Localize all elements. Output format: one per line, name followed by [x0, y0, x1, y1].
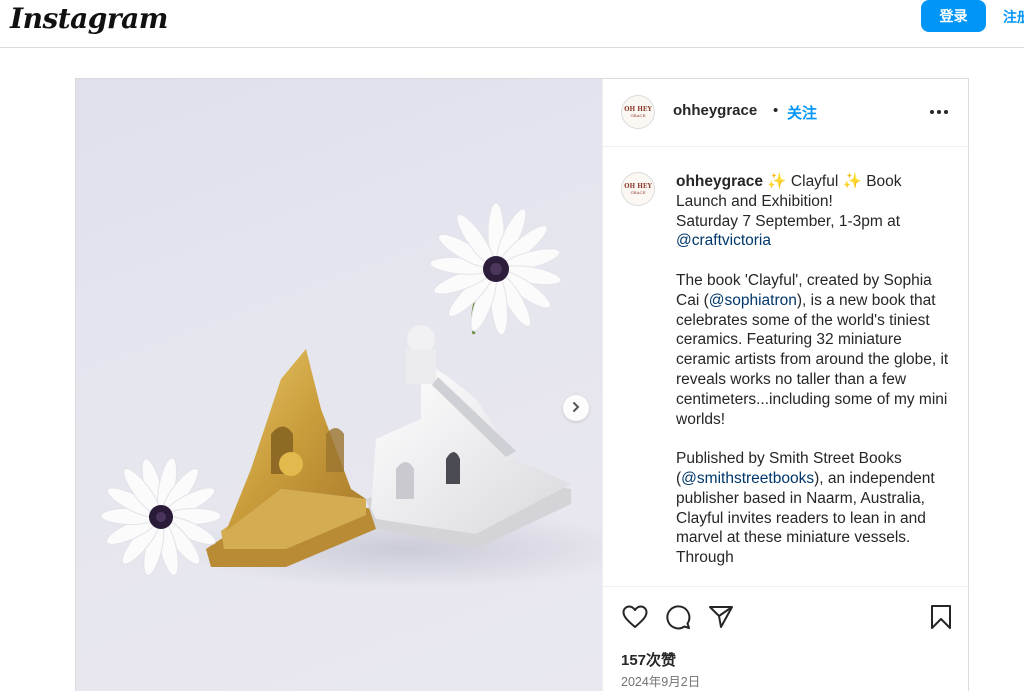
like-button[interactable] [621, 605, 649, 633]
instagram-logo[interactable]: Instagram [10, 2, 168, 35]
avatar-text: OH HEY [624, 106, 652, 113]
avatar-text: GRACE [630, 113, 646, 118]
mention-link[interactable]: @smithstreetbooks [681, 470, 814, 487]
top-bar: Instagram 登录 注册 [0, 0, 1024, 48]
avatar-text: OH HEY [624, 183, 652, 190]
likes-count[interactable]: 157次赞 [621, 649, 676, 670]
post-sidebar: OH HEY GRACE ohheygrace • 关注 OH HEY GRAC… [602, 79, 969, 691]
follow-button[interactable]: 关注 [787, 102, 817, 123]
chevron-right-icon [570, 401, 582, 416]
signup-link[interactable]: 注册 [1003, 7, 1024, 27]
caption-text: ), is a new book that celebrates some of… [676, 291, 949, 487]
caption-username[interactable]: ohheygrace [676, 173, 763, 190]
post-image[interactable] [76, 79, 602, 691]
post-caption: ohheygrace ✨ Clayful ✨ Book Launch and E… [676, 172, 956, 568]
carousel-next-button[interactable] [563, 395, 589, 421]
avatar[interactable]: OH HEY GRACE [621, 172, 655, 206]
bookmark-icon [930, 604, 952, 635]
separator-dot: • [773, 102, 779, 119]
comment-icon [665, 604, 691, 635]
more-options-button[interactable] [927, 101, 951, 121]
username-link[interactable]: ohheygrace [673, 102, 757, 119]
ceramics-photo [100, 202, 602, 589]
login-button[interactable]: 登录 [921, 0, 986, 32]
avatar[interactable]: OH HEY GRACE [621, 95, 655, 129]
mention-link[interactable]: @sophiatron [709, 292, 797, 309]
comment-button[interactable] [664, 604, 692, 635]
action-bar [603, 599, 969, 639]
post-date[interactable]: 2024年9月2日 [621, 671, 700, 690]
save-button[interactable] [927, 604, 955, 635]
avatar-text: GRACE [630, 190, 646, 195]
heart-icon [622, 605, 648, 634]
caption-area[interactable]: OH HEY GRACE ohheygrace ✨ Clayful ✨ Book… [603, 147, 969, 587]
more-icon [929, 102, 949, 120]
mention-link[interactable]: @craftvictoria [676, 232, 771, 249]
post-header: OH HEY GRACE ohheygrace • 关注 [603, 79, 969, 147]
post-card: OH HEY GRACE ohheygrace • 关注 OH HEY GRAC… [75, 78, 969, 691]
share-icon [708, 605, 734, 634]
share-button[interactable] [707, 605, 735, 633]
